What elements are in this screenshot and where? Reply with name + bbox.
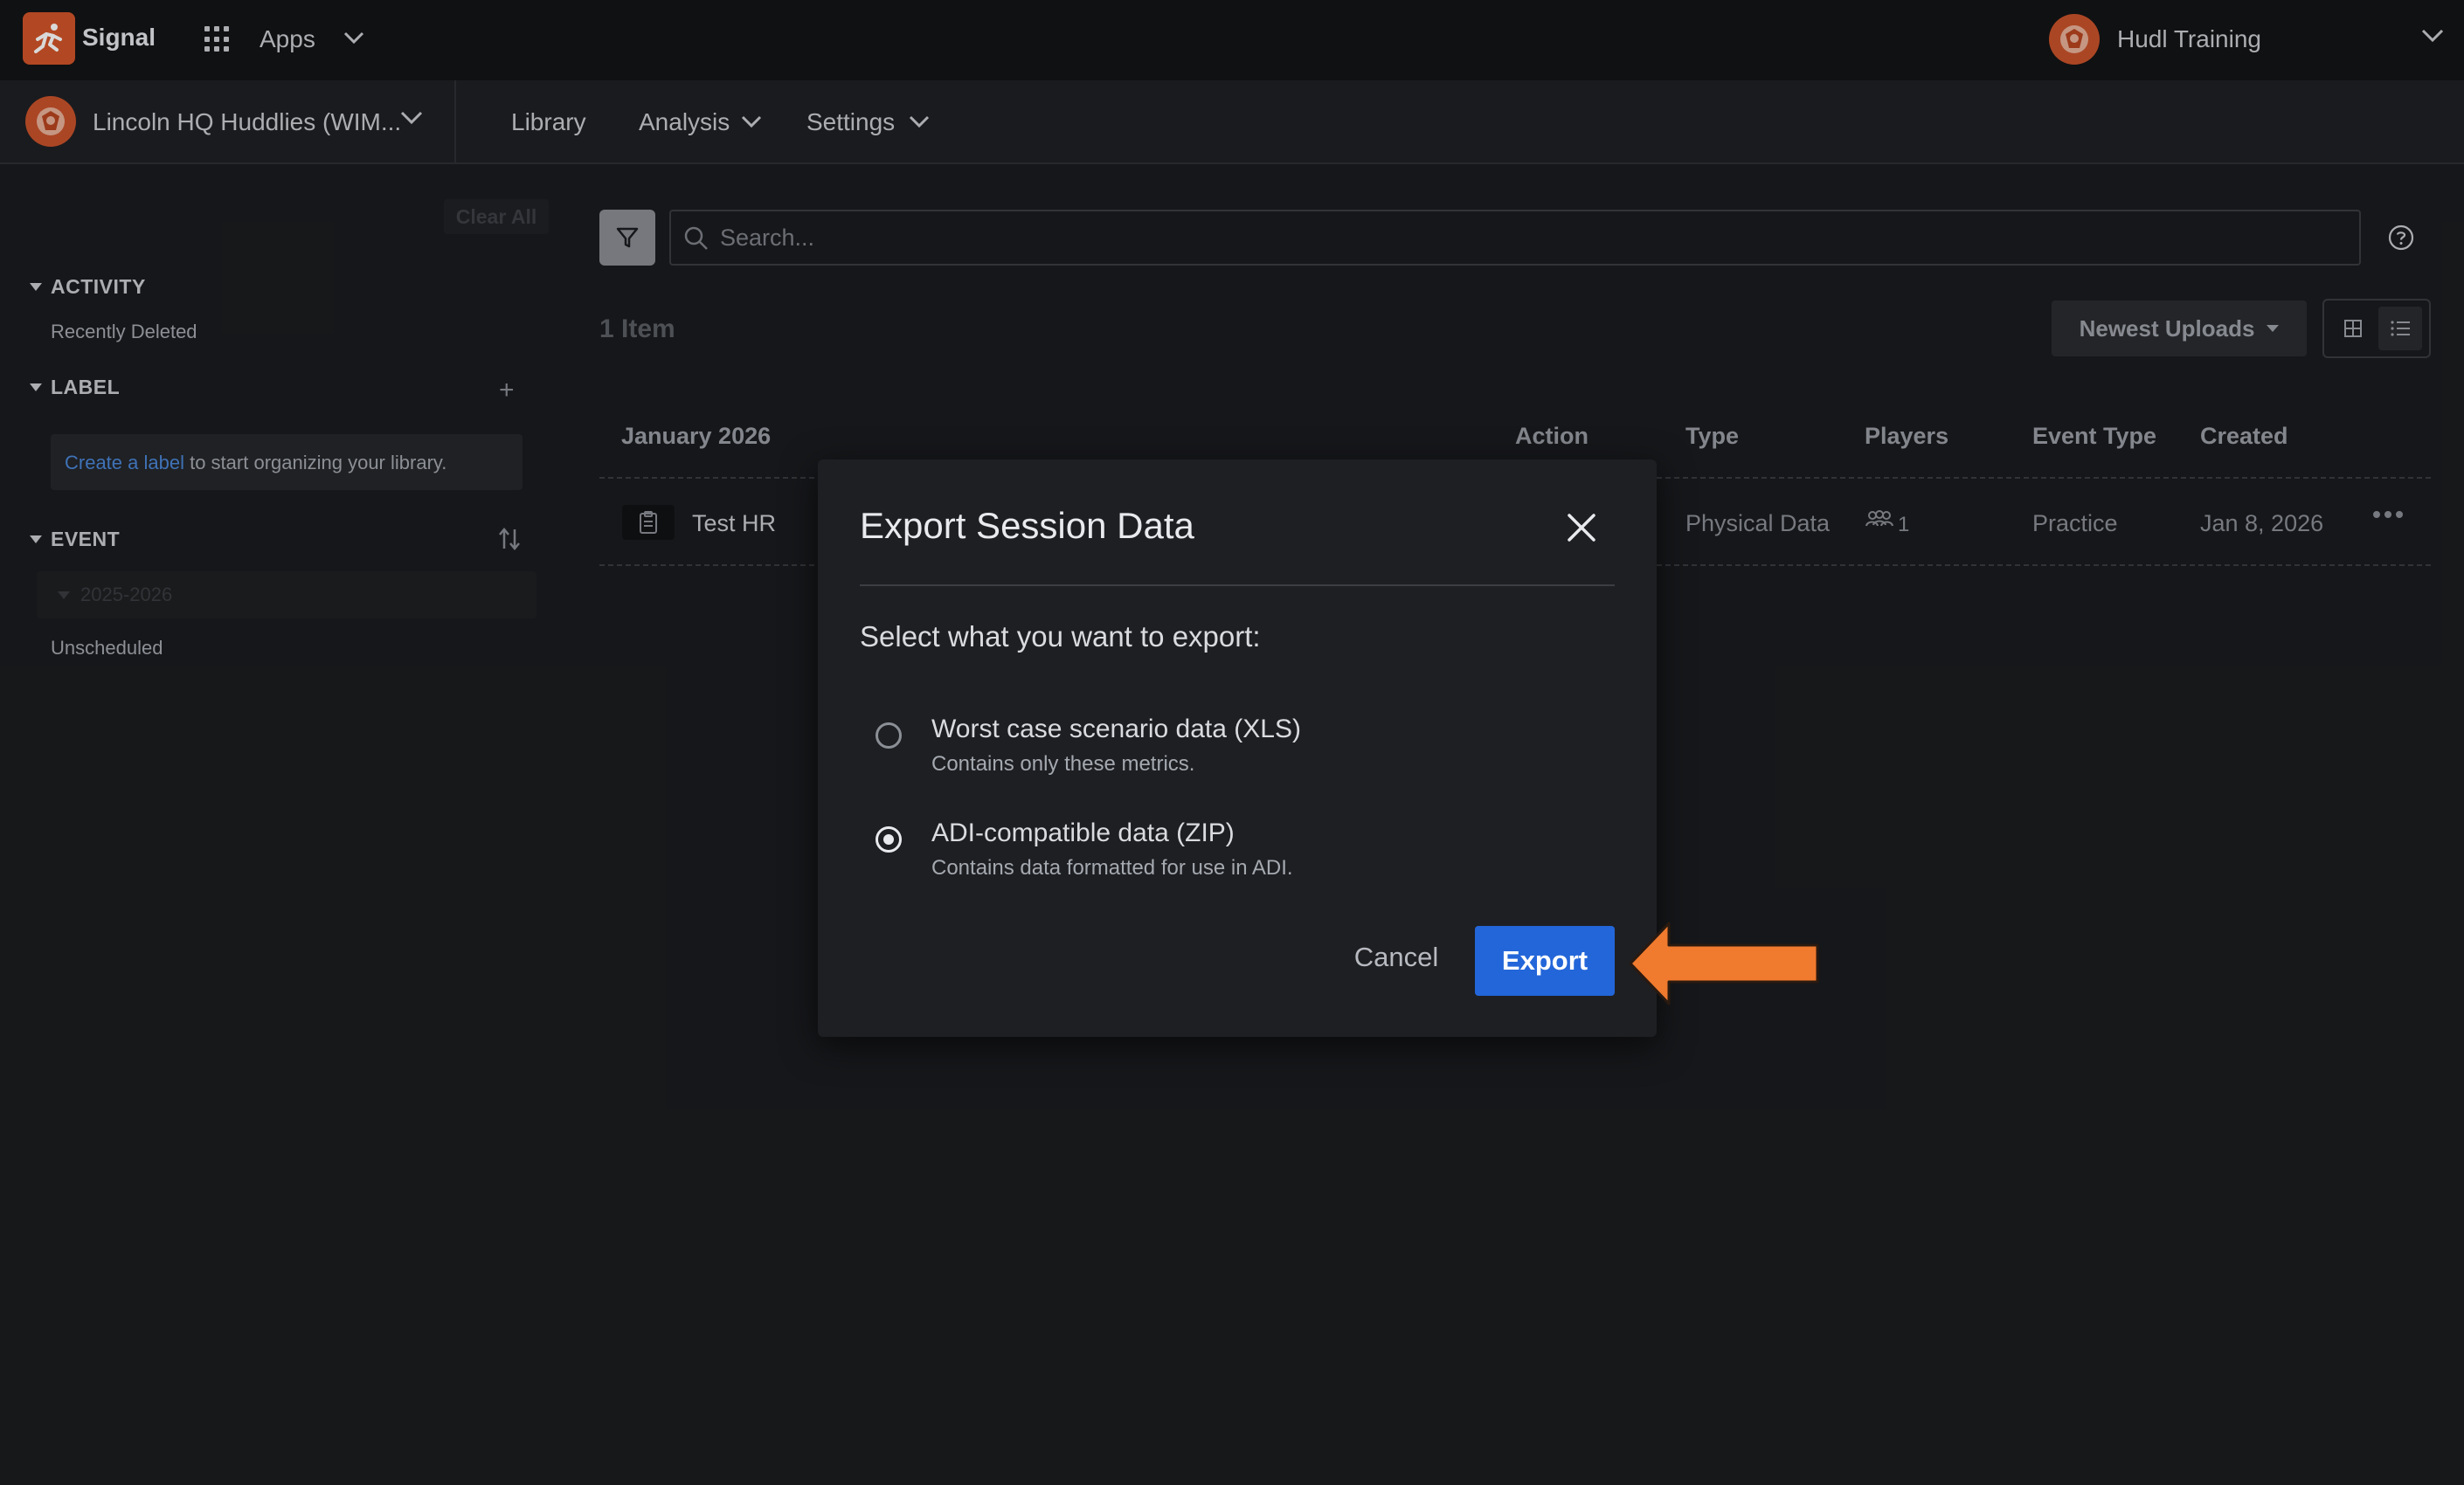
annotation-arrow-icon [1629,922,1819,1005]
nav-divider [454,80,456,164]
season-group[interactable]: 2025-2026 [37,571,536,618]
apps-grid-icon[interactable] [204,26,231,52]
option-desc-zip: Contains data formatted for use in ADI. [931,856,1293,880]
more-options-icon[interactable] [2373,511,2403,518]
column-header-type[interactable]: Type [1685,423,1739,450]
radio-xls[interactable] [876,722,902,749]
top-bar: Signal Apps Hudl Training [0,0,2464,80]
settings-chevron-down-icon[interactable] [908,114,931,129]
activity-section-header[interactable]: ACTIVITY [30,275,146,299]
sort-arrows-icon[interactable] [496,526,523,552]
row-name[interactable]: Test HR [692,510,776,537]
modal-title: Export Session Data [860,505,1194,546]
export-button[interactable]: Export [1475,926,1615,996]
team-chevron-down-icon[interactable] [399,108,424,126]
column-header-action: Action [1515,423,1588,449]
close-modal-button[interactable] [1562,508,1601,547]
search-box [669,210,2361,266]
team-name[interactable]: Lincoln HQ Huddlies (WIM... [93,108,401,136]
collapse-triangle-icon [30,535,42,543]
option-desc-xls: Contains only these metrics. [931,752,1195,776]
nav-item-library[interactable]: Library [511,108,586,136]
row-created: Jan 8, 2026 [2200,510,2324,536]
cancel-button[interactable]: Cancel [1342,922,1450,992]
grid-view-icon [2344,320,2362,337]
option-title-xls[interactable]: Worst case scenario data (XLS) [931,715,1301,744]
apps-menu-label[interactable]: Apps [260,25,315,53]
list-view-button[interactable] [2378,307,2422,350]
apps-chevron-down-icon[interactable] [343,30,365,45]
clipboard-icon [622,505,675,540]
search-input[interactable] [720,224,2293,252]
export-session-modal: Export Session Data Select what you want… [818,459,1657,1037]
close-icon [1568,514,1595,542]
user-avatar[interactable] [2049,14,2100,65]
collapse-triangle-icon [30,283,42,291]
label-heading: LABEL [51,376,121,398]
search-icon [684,226,708,250]
label-section-header[interactable]: LABEL [30,376,120,399]
row-players-count: 1 [1898,513,1910,536]
user-name[interactable]: Hudl Training [2117,25,2261,53]
column-header-players[interactable]: Players [1865,423,1948,450]
brand-name: Signal [82,24,156,51]
option-title-zip[interactable]: ADI-compatible data (ZIP) [931,818,1235,848]
add-label-plus-icon[interactable]: + [499,376,515,405]
season-label: 2025-2026 [80,584,173,605]
label-empty-hint: Create a label to start organizing your … [51,434,523,490]
filter-funnel-icon [616,227,639,248]
collapse-triangle-icon [30,383,42,391]
event-heading: EVENT [51,528,121,550]
view-toggle [2322,299,2431,358]
modal-divider [860,584,1615,586]
nav-bar: Lincoln HQ Huddlies (WIM... Library Anal… [0,80,2464,164]
activity-heading: ACTIVITY [51,275,146,298]
signal-logo-icon[interactable] [23,12,75,65]
row-type: Physical Data [1685,510,1831,536]
column-header-created[interactable]: Created [2200,423,2288,450]
team-avatar[interactable] [25,96,76,147]
season-collapse-icon [58,591,70,599]
radio-zip[interactable] [876,826,902,853]
sort-dropdown[interactable]: Newest Uploads [2052,300,2307,356]
filter-button[interactable] [599,210,655,266]
sidebar-item-unscheduled[interactable]: Unscheduled [51,637,163,660]
row-event-type: Practice [2032,510,2118,536]
grid-view-button[interactable] [2331,307,2375,350]
players-group-icon [1865,510,1893,527]
sidebar-item-recently-deleted[interactable]: Recently Deleted [51,321,197,343]
nav-item-analysis[interactable]: Analysis [639,108,730,136]
modal-prompt: Select what you want to export: [860,620,1261,653]
item-count: 1 Item [599,314,675,343]
help-icon[interactable] [2387,224,2415,252]
sort-caret-icon [2267,325,2280,332]
app-root: Signal Apps Hudl Training Lincoln HQ Hud… [0,0,2464,1485]
nav-item-settings[interactable]: Settings [806,108,895,136]
clear-all-button[interactable]: Clear All [444,199,549,234]
list-view-icon [2391,321,2410,336]
label-hint-text: to start organizing your library. [183,452,447,473]
analysis-chevron-down-icon[interactable] [740,114,763,129]
column-header-event-type[interactable]: Event Type [2032,423,2156,450]
user-chevron-down-icon[interactable] [2420,26,2445,44]
sort-dropdown-label: Newest Uploads [2079,314,2255,342]
create-label-link[interactable]: Create a label [65,452,184,473]
event-section-header[interactable]: EVENT [30,528,120,551]
table-group-header: January 2026 [621,423,772,449]
